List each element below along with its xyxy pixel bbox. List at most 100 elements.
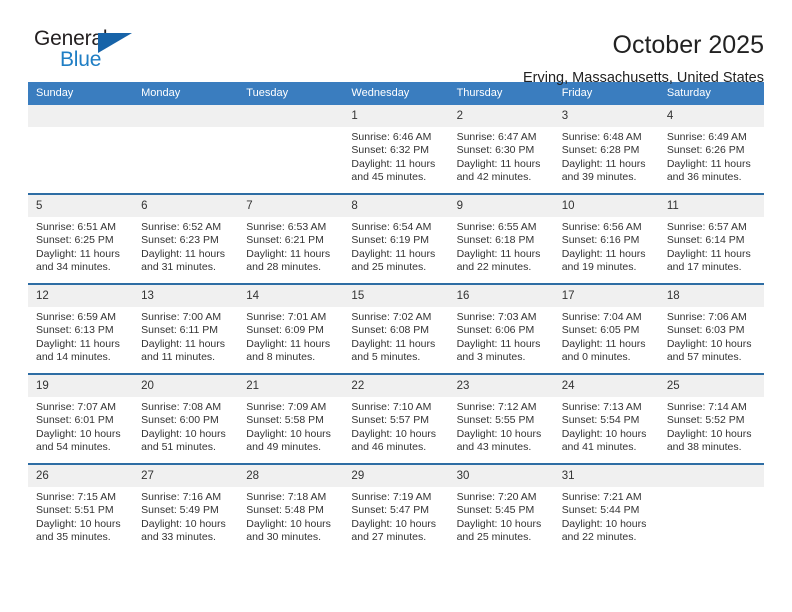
week-detail-band: Sunrise: 7:07 AM Sunset: 6:01 PM Daylight:…: [28, 397, 764, 463]
day-number[interactable]: 6: [133, 195, 238, 217]
sunrise-text: Sunrise: 6:57 AM: [666, 221, 747, 233]
sunset-text: Sunset: 6:30 PM: [456, 144, 535, 157]
sunrise-text: Sunrise: 7:10 AM: [351, 401, 432, 413]
day-of-week-saturday: Saturday: [666, 87, 711, 99]
sunrise-text: Sunrise: 6:54 AM: [351, 221, 432, 233]
daylight-text: Daylight: 11 hours and 3 minutes.: [456, 337, 541, 364]
daylight-text: Daylight: 11 hours and 14 minutes.: [36, 337, 120, 364]
daylight-text: Daylight: 11 hours and 34 minutes.: [36, 247, 120, 274]
day-detail: Sunrise: 7:06 AM Sunset: 6:03 PM Daylight:…: [659, 307, 764, 373]
day-number[interactable]: 1: [343, 105, 448, 127]
day-detail: Sunrise: 6:59 AM Sunset: 6:13 PM Daylight:…: [28, 307, 133, 373]
week-date-band: 12 13 14 15 16 17 18: [28, 285, 764, 307]
sunset-text: Sunset: 6:26 PM: [666, 144, 745, 157]
day-number-empty: [238, 105, 343, 127]
sunset-text: Sunset: 5:54 PM: [561, 414, 640, 427]
day-number-empty: [133, 105, 238, 127]
calendar-grid: Sunday Monday Tuesday Wednesday Thursday Frid…: [28, 82, 764, 553]
day-number[interactable]: 3: [554, 105, 659, 127]
day-number-empty: [28, 105, 133, 127]
sunset-text: Sunset: 6:25 PM: [36, 234, 114, 247]
day-detail: Sunrise: 7:07 AM Sunset: 6:01 PM Daylight:…: [28, 397, 133, 463]
daylight-text: Daylight: 11 hours and 28 minutes.: [246, 247, 331, 274]
day-number[interactable]: 9: [449, 195, 554, 217]
sunset-text: Sunset: 5:55 PM: [456, 414, 535, 427]
day-detail: Sunrise: 7:03 AM Sunset: 6:06 PM Daylight:…: [449, 307, 554, 373]
day-number[interactable]: 22: [343, 375, 448, 397]
day-of-week-header: Sunday Monday Tuesday Wednesday Thursday Frid…: [28, 82, 764, 105]
sunrise-text: Sunrise: 7:06 AM: [666, 311, 747, 323]
day-number[interactable]: 18: [659, 285, 764, 307]
day-number[interactable]: 17: [554, 285, 659, 307]
calendar-page: General Blue October 2025 Erving, Massac…: [0, 0, 792, 612]
day-number[interactable]: 8: [343, 195, 448, 217]
day-number[interactable]: 16: [449, 285, 554, 307]
daylight-text: Daylight: 11 hours and 31 minutes.: [141, 247, 225, 274]
generalblue-logo[interactable]: General Blue: [28, 28, 154, 78]
day-number[interactable]: 20: [133, 375, 238, 397]
day-number[interactable]: 29: [343, 465, 448, 487]
day-detail: Sunrise: 7:13 AM Sunset: 5:54 PM Daylight:…: [554, 397, 659, 463]
daylight-text: Daylight: 10 hours and 51 minutes.: [141, 427, 226, 454]
calendar-week-row: 26 27 28 29 30 31 Sunrise: 7:15 AM Sunset: 5:51…: [28, 463, 764, 553]
week-detail-band: Sunrise: 6:51 AM Sunset: 6:25 PM Daylight:…: [28, 217, 764, 283]
daylight-text: Daylight: 11 hours and 5 minutes.: [351, 337, 436, 364]
sunset-text: Sunset: 5:52 PM: [666, 414, 745, 427]
day-number[interactable]: 5: [28, 195, 133, 217]
day-of-week-monday: Monday: [141, 87, 181, 99]
day-of-week-sunday: Sunday: [36, 87, 74, 99]
day-number[interactable]: 24: [554, 375, 659, 397]
page-header: General Blue October 2025 Erving, Massac…: [28, 0, 764, 87]
daylight-text: Daylight: 11 hours and 22 minutes.: [456, 247, 541, 274]
day-number[interactable]: 23: [449, 375, 554, 397]
sunrise-text: Sunrise: 7:13 AM: [561, 401, 642, 413]
day-detail: Sunrise: 6:46 AM Sunset: 6:32 PM Daylight:…: [343, 127, 448, 193]
sunrise-text: Sunrise: 6:47 AM: [456, 131, 537, 143]
day-number[interactable]: 13: [133, 285, 238, 307]
daylight-text: Daylight: 10 hours and 57 minutes.: [666, 337, 752, 364]
day-of-week-wednesday: Wednesday: [351, 87, 410, 99]
day-detail: Sunrise: 6:52 AM Sunset: 6:23 PM Daylight:…: [133, 217, 238, 283]
day-number[interactable]: 27: [133, 465, 238, 487]
sunset-text: Sunset: 5:49 PM: [141, 504, 219, 517]
week-detail-band: Sunrise: 6:46 AM Sunset: 6:32 PM Daylight:…: [28, 127, 764, 193]
day-number[interactable]: 19: [28, 375, 133, 397]
daylight-text: Daylight: 11 hours and 45 minutes.: [351, 157, 436, 184]
day-detail: Sunrise: 6:53 AM Sunset: 6:21 PM Daylight:…: [238, 217, 343, 283]
sunrise-text: Sunrise: 7:04 AM: [561, 311, 642, 323]
day-number[interactable]: 2: [449, 105, 554, 127]
day-number[interactable]: 14: [238, 285, 343, 307]
day-detail: Sunrise: 7:04 AM Sunset: 6:05 PM Daylight:…: [554, 307, 659, 373]
day-detail: Sunrise: 6:56 AM Sunset: 6:16 PM Daylight:…: [554, 217, 659, 283]
daylight-text: Daylight: 10 hours and 46 minutes.: [351, 427, 437, 454]
day-number[interactable]: 21: [238, 375, 343, 397]
sunset-text: Sunset: 6:28 PM: [561, 144, 640, 157]
logo-text-general: General: [34, 27, 108, 50]
day-number[interactable]: 10: [554, 195, 659, 217]
daylight-text: Daylight: 10 hours and 43 minutes.: [456, 427, 542, 454]
calendar-weeks: 1 2 3 4 Sunrise: 6:46 AM Sunset: 6:32 PM Dayli…: [28, 105, 764, 553]
sunset-text: Sunset: 6:14 PM: [666, 234, 745, 247]
day-detail: Sunrise: 6:55 AM Sunset: 6:18 PM Daylight:…: [449, 217, 554, 283]
day-number[interactable]: 26: [28, 465, 133, 487]
day-number[interactable]: 12: [28, 285, 133, 307]
day-number[interactable]: 4: [659, 105, 764, 127]
daylight-text: Daylight: 11 hours and 36 minutes.: [666, 157, 751, 184]
day-number[interactable]: 30: [449, 465, 554, 487]
calendar-week-row: 5 6 7 8 9 10 11 Sunrise: 6:51 AM Sunset: 6:25 PM…: [28, 193, 764, 283]
day-number[interactable]: 28: [238, 465, 343, 487]
sunrise-text: Sunrise: 6:53 AM: [246, 221, 327, 233]
day-detail: Sunrise: 6:47 AM Sunset: 6:30 PM Daylight:…: [449, 127, 554, 193]
sunset-text: Sunset: 6:01 PM: [36, 414, 114, 427]
day-number[interactable]: 31: [554, 465, 659, 487]
daylight-text: Daylight: 11 hours and 8 minutes.: [246, 337, 331, 364]
day-number[interactable]: 15: [343, 285, 448, 307]
logo-triangle-icon: [98, 33, 132, 53]
day-number[interactable]: 7: [238, 195, 343, 217]
daylight-text: Daylight: 10 hours and 38 minutes.: [666, 427, 752, 454]
day-detail-empty: [28, 127, 133, 193]
sunset-text: Sunset: 5:48 PM: [246, 504, 324, 517]
day-number[interactable]: 11: [659, 195, 764, 217]
day-number[interactable]: 25: [659, 375, 764, 397]
sunrise-text: Sunrise: 6:56 AM: [561, 221, 642, 233]
